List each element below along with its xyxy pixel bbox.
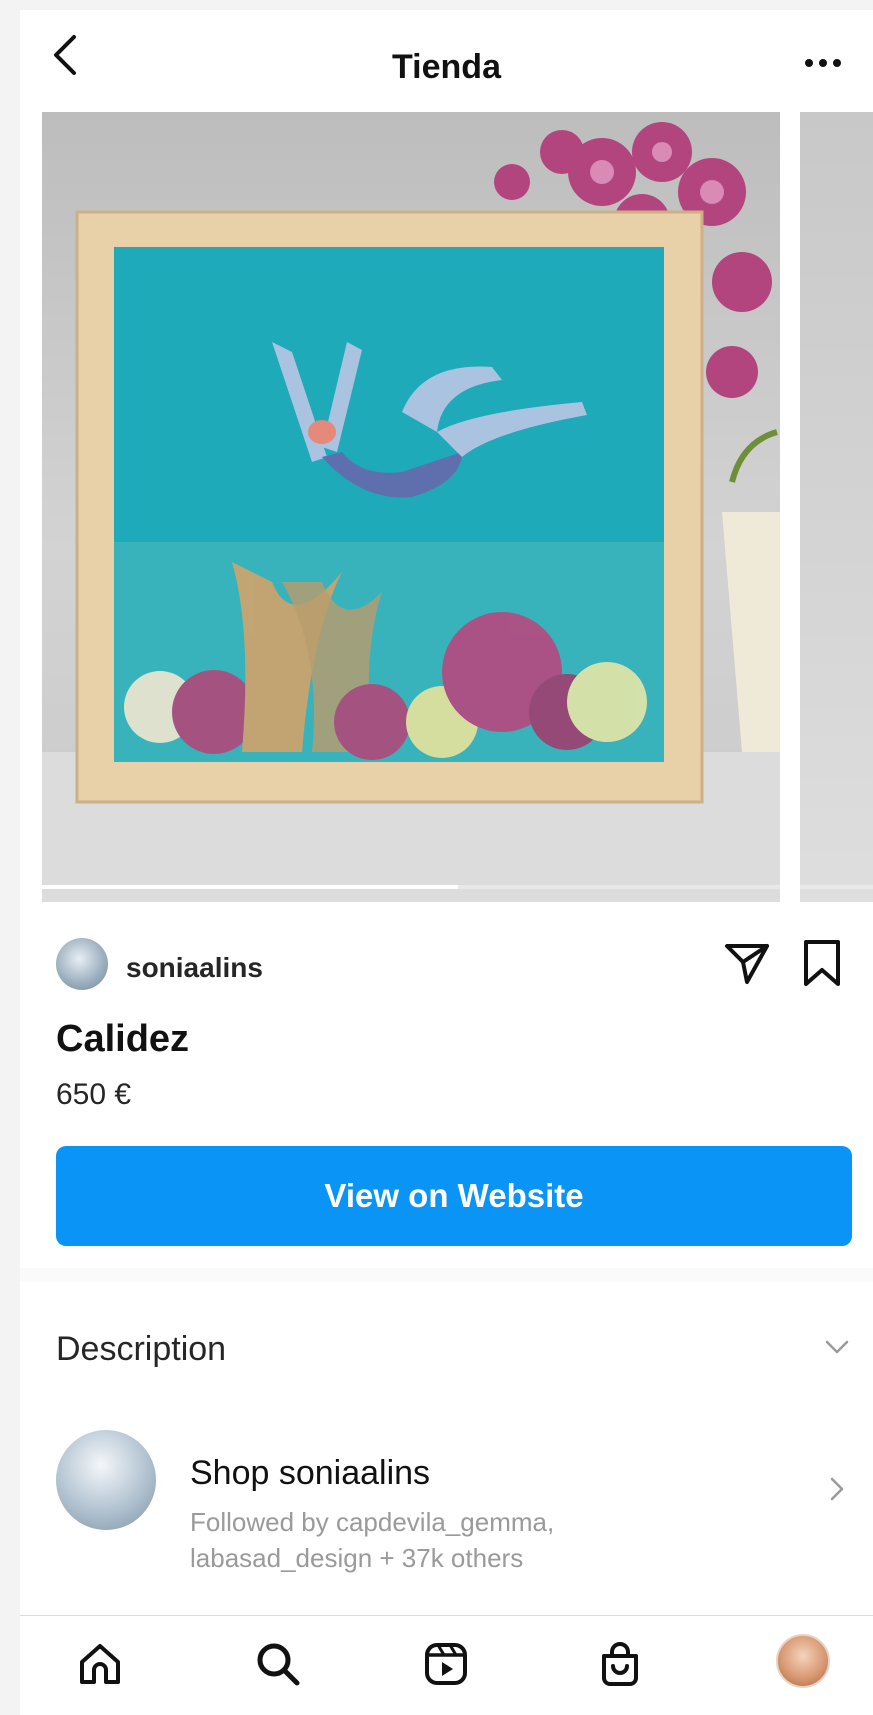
home-icon: [80, 1644, 120, 1684]
product-title: Calidez: [56, 1018, 190, 1060]
chevron-down-icon: [825, 1340, 849, 1354]
seller-username[interactable]: soniaalins: [126, 952, 263, 984]
view-on-website-button[interactable]: View on Website: [56, 1146, 852, 1246]
seller-row: soniaalins: [56, 930, 856, 990]
shop-link-row[interactable]: Shop soniaalins Followed by capdevila_ge…: [56, 1430, 856, 1573]
shop-icon: [602, 1642, 638, 1686]
description-label: Description: [56, 1330, 227, 1368]
more-horizontal-icon: [805, 59, 841, 67]
shop-followers-text: Followed by capdevila_gemma, labasad_des…: [190, 1504, 710, 1576]
search-icon: [257, 1643, 300, 1686]
tab-shop[interactable]: [590, 1634, 650, 1694]
shop-name: Shop soniaalins: [190, 1454, 431, 1492]
more-options-button[interactable]: [793, 48, 853, 78]
app-screen: Tienda soniaalins Calidez 650 € View on …: [20, 10, 873, 1715]
tab-home[interactable]: [70, 1634, 130, 1694]
tab-search[interactable]: [248, 1634, 308, 1694]
send-icon: [725, 944, 769, 984]
description-toggle[interactable]: Description: [56, 1320, 856, 1380]
chevron-right-icon: [830, 1477, 844, 1501]
product-image[interactable]: [42, 112, 780, 902]
bottom-tab-bar: [20, 1615, 873, 1715]
share-button[interactable]: [722, 938, 772, 988]
shop-followed-line-2: labasad_design + 37k others: [190, 1543, 524, 1573]
seller-avatar[interactable]: [56, 938, 108, 990]
top-bar: Tienda: [20, 10, 873, 110]
shop-followed-line-1: Followed by capdevila_gemma,: [190, 1507, 555, 1537]
section-divider: [20, 1268, 873, 1282]
product-price: 650 €: [56, 1078, 132, 1111]
product-image-carousel[interactable]: [42, 112, 873, 902]
next-product-image-peek[interactable]: [800, 112, 873, 902]
carousel-progress-fill: [42, 885, 458, 889]
tab-reels[interactable]: [416, 1634, 476, 1694]
shop-avatar: [56, 1430, 156, 1530]
reels-icon: [425, 1643, 467, 1685]
bookmark-icon: [804, 940, 840, 986]
tab-profile-avatar[interactable]: [776, 1634, 830, 1688]
carousel-progress-track: [42, 885, 873, 889]
page-title: Tienda: [392, 48, 501, 86]
framed-artwork-photo: [42, 122, 780, 902]
save-button[interactable]: [800, 938, 844, 990]
